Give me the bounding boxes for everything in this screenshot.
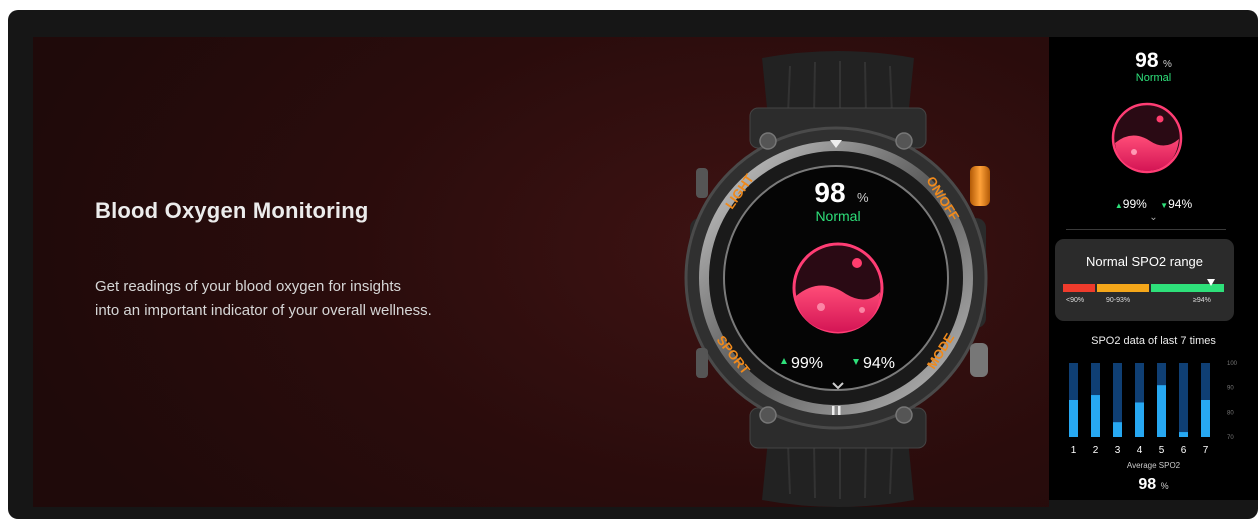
- y-tick-label: 100: [1227, 361, 1238, 367]
- description: Get readings of your blood oxygen for in…: [95, 275, 515, 323]
- normal-range-card: Normal SPO2 range <90% 90-93% ≥94%: [1055, 239, 1234, 321]
- x-tick-label: 2: [1093, 445, 1099, 456]
- range-bar: [1063, 279, 1224, 292]
- avg-label: Average SPO2: [1126, 461, 1181, 470]
- bar: [1091, 395, 1100, 437]
- description-line-2: into an important indicator of your over…: [95, 302, 432, 319]
- on-off-crown: [970, 166, 990, 206]
- panel-max: 99%: [1122, 197, 1147, 211]
- divider: [1066, 229, 1226, 230]
- panel-status: Normal: [1135, 72, 1172, 84]
- blood-drop-icon: [792, 242, 884, 334]
- bar: [1069, 400, 1078, 437]
- panel-unit: %: [1162, 59, 1172, 70]
- range-marker-icon: [1207, 279, 1215, 286]
- description-line-1: Get readings of your blood oxygen for in…: [95, 278, 402, 295]
- range-label-normal: ≥94%: [1193, 297, 1211, 304]
- banner-frame: Blood Oxygen Monitoring Get readings of …: [8, 10, 1258, 519]
- bar: [1179, 432, 1188, 437]
- y-tick-label: 70: [1227, 435, 1234, 441]
- range-segment-mid: [1097, 284, 1149, 292]
- range-segment-low: [1063, 284, 1095, 292]
- x-tick-label: 3: [1115, 445, 1121, 456]
- x-tick-label: 7: [1203, 445, 1209, 456]
- spo2-history-chart: 1 2 3 4 5 6 7 100 90 80 70: [1069, 361, 1238, 456]
- watch-value: 98: [814, 177, 845, 208]
- range-label-low: <90%: [1066, 297, 1085, 304]
- panel-min: 94%: [1168, 197, 1193, 211]
- avg-value: 98: [1138, 476, 1157, 493]
- panel-blood-drop-icon: [1111, 102, 1183, 174]
- bar: [1135, 402, 1144, 437]
- bar-track: [1179, 363, 1188, 437]
- range-title: Normal SPO2 range: [1085, 254, 1204, 269]
- panel-value: 98: [1135, 49, 1159, 72]
- x-tick-label: 4: [1137, 445, 1143, 456]
- watch-max: 99%: [791, 355, 823, 372]
- bar: [1157, 385, 1166, 437]
- bar: [1113, 422, 1122, 437]
- y-tick-label: 80: [1227, 410, 1234, 416]
- smartwatch-image: LIGHT ON/OFF SPORT MODE 98 % Normal 99% …: [684, 51, 990, 507]
- y-tick-label: 90: [1227, 386, 1234, 392]
- range-label-mid: 90-93%: [1106, 297, 1131, 304]
- x-tick-label: 6: [1181, 445, 1187, 456]
- watch-unit: %: [857, 190, 869, 205]
- history-title: SPO2 data of last 7 times: [1091, 335, 1216, 347]
- avg-unit: %: [1160, 481, 1169, 491]
- spo2-app-panel: 98 % Normal ▲99% ▼94% ⌄ Normal SPO2 rang…: [1049, 37, 1258, 500]
- watch-min: 94%: [863, 355, 895, 372]
- x-tick-label: 1: [1071, 445, 1077, 456]
- mode-crown: [970, 343, 988, 377]
- bar: [1201, 400, 1210, 437]
- watch-status: Normal: [815, 208, 860, 224]
- page-title: Blood Oxygen Monitoring: [95, 198, 369, 223]
- panel-chevron-down-icon[interactable]: ⌄: [1049, 212, 1258, 223]
- x-tick-label: 5: [1159, 445, 1165, 456]
